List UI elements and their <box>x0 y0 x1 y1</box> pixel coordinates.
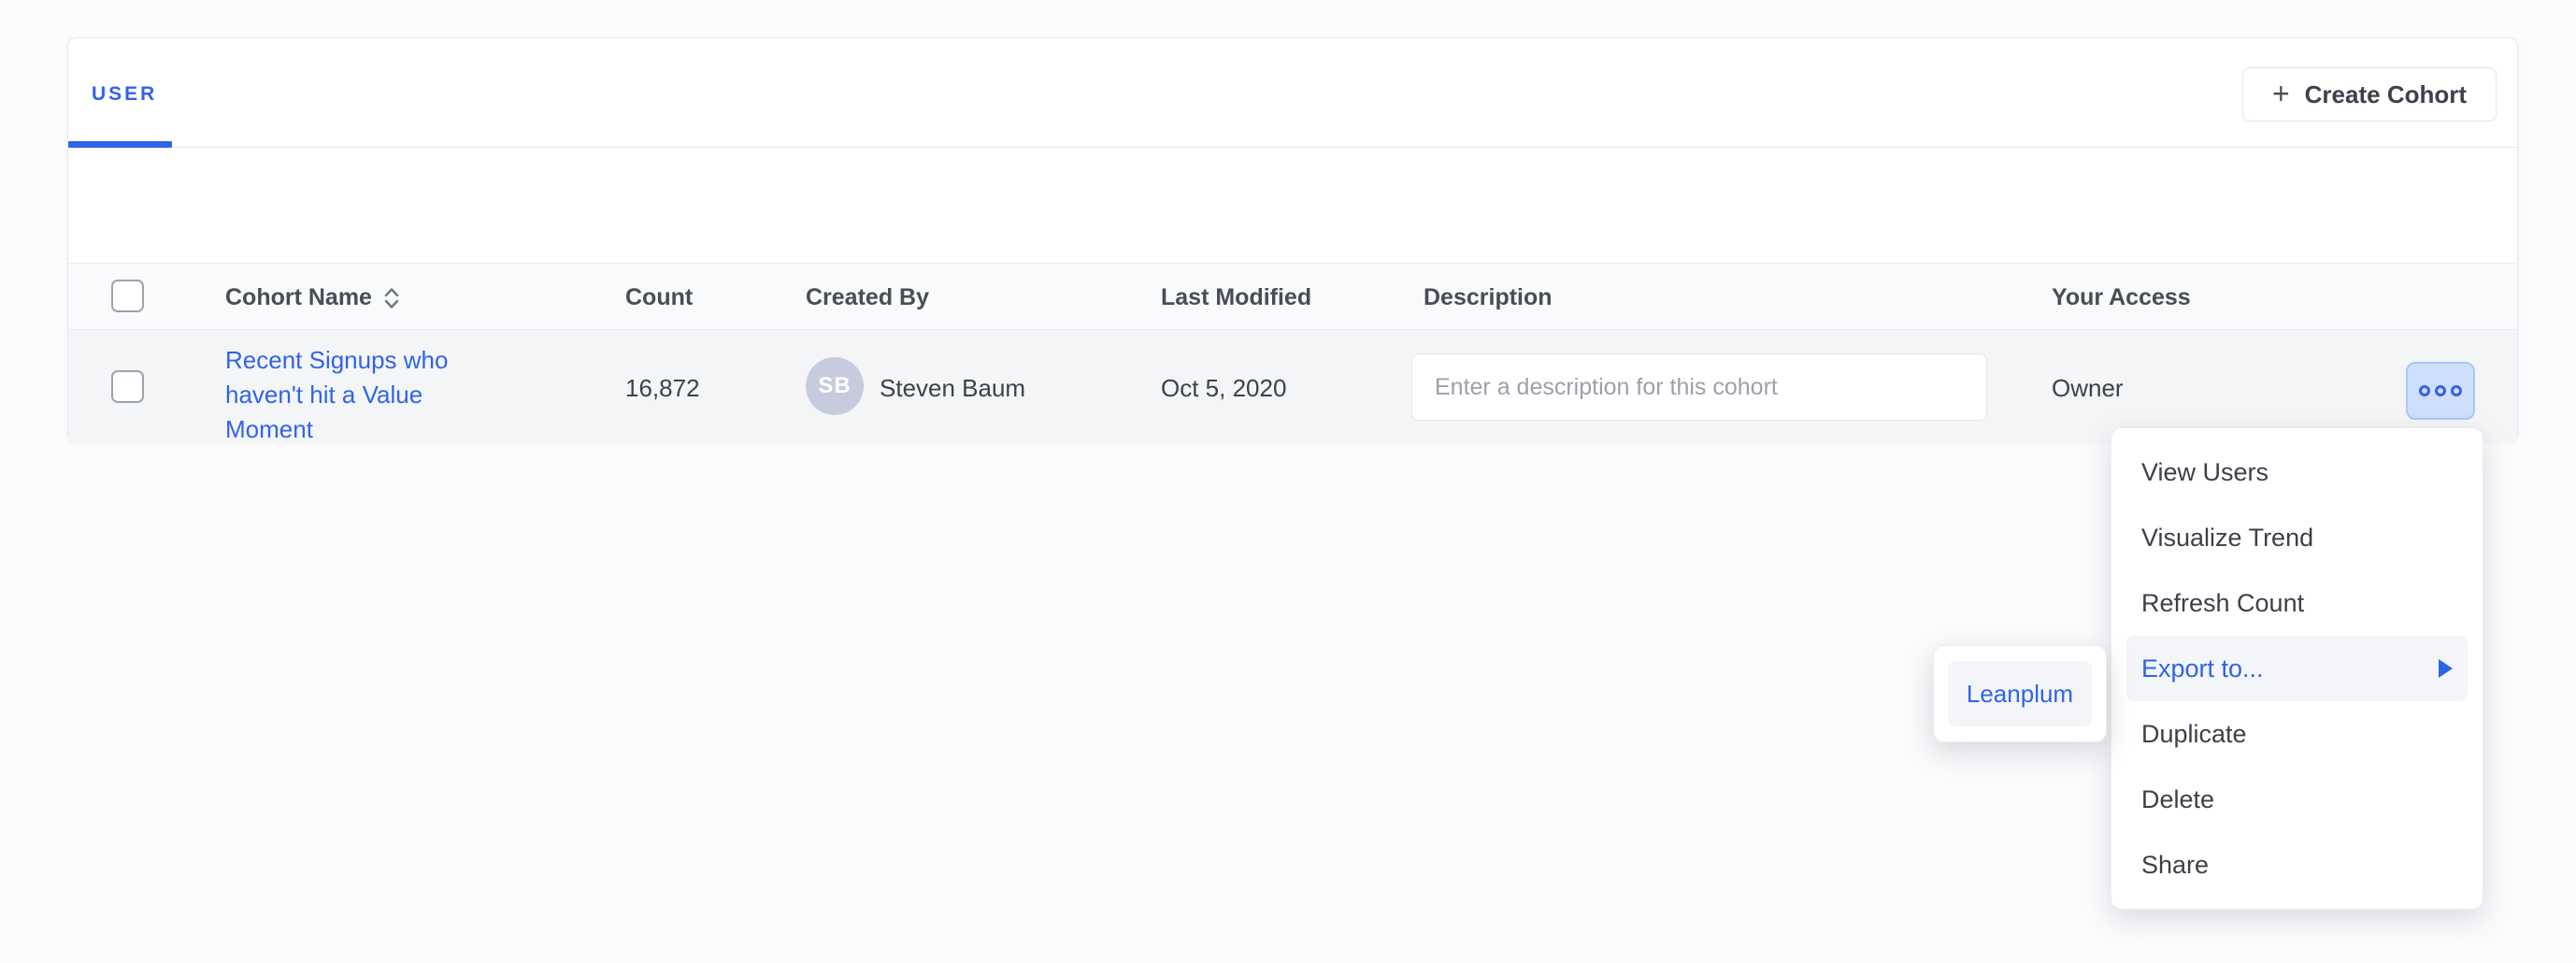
menu-item-share[interactable]: Share <box>2111 832 2483 898</box>
active-tab-underline <box>68 141 172 148</box>
row-checkbox[interactable] <box>111 370 144 403</box>
row-actions-kebab-button[interactable] <box>2406 362 2475 420</box>
cohort-count: 16,872 <box>625 374 700 403</box>
row-actions-menu: View Users Visualize Trend Refresh Count… <box>2111 427 2483 910</box>
select-all-checkbox[interactable] <box>111 280 144 312</box>
cohort-name-header-label: Cohort Name <box>225 284 372 311</box>
column-header-your-access[interactable]: Your Access <box>2052 284 2191 311</box>
submenu-item-leanplum[interactable]: Leanplum <box>1948 661 2092 726</box>
created-by-name: Steven Baum <box>880 374 1025 403</box>
access-level: Owner <box>2052 374 2124 403</box>
sort-icon <box>383 286 400 310</box>
submenu-arrow-icon <box>2439 659 2453 678</box>
last-modified-date: Oct 5, 2020 <box>1161 374 1286 403</box>
plus-icon: + <box>2272 79 2290 108</box>
create-cohort-label: Create Cohort <box>2305 80 2467 109</box>
column-header-description[interactable]: Description <box>1424 284 1553 311</box>
menu-item-visualize-trend[interactable]: Visualize Trend <box>2111 505 2483 570</box>
avatar: SB <box>806 357 864 415</box>
cohorts-panel: USER + Create Cohort 1 Results Filter by… <box>67 37 2518 442</box>
table-row: Recent Signups who haven't hit a Value M… <box>68 330 2517 443</box>
kebab-icon <box>2419 385 2430 396</box>
column-header-count[interactable]: Count <box>625 284 693 311</box>
column-header-last-modified[interactable]: Last Modified <box>1161 284 1311 311</box>
menu-item-refresh-count[interactable]: Refresh Count <box>2111 570 2483 636</box>
table-header: Cohort Name Count Created By Last Modifi… <box>68 263 2517 330</box>
filter-row: 1 Results Filter by Created By You All A… <box>68 148 2517 263</box>
export-to-label: Export to... <box>2141 654 2264 683</box>
kebab-icon <box>2435 385 2446 396</box>
tab-bar: USER + Create Cohort <box>68 38 2517 148</box>
export-submenu: Leanplum <box>1933 645 2107 742</box>
description-input[interactable] <box>1411 353 1987 421</box>
menu-item-delete[interactable]: Delete <box>2111 767 2483 832</box>
create-cohort-button[interactable]: + Create Cohort <box>2242 67 2497 122</box>
menu-item-duplicate[interactable]: Duplicate <box>2111 701 2483 767</box>
menu-item-view-users[interactable]: View Users <box>2111 439 2483 505</box>
kebab-icon <box>2451 385 2462 396</box>
column-header-cohort-name[interactable]: Cohort Name <box>225 284 400 311</box>
column-header-created-by[interactable]: Created By <box>806 284 929 311</box>
tab-user[interactable]: USER <box>92 83 157 106</box>
menu-item-export-to[interactable]: Export to... <box>2126 636 2468 701</box>
cohort-name-link[interactable]: Recent Signups who haven't hit a Value M… <box>225 343 470 447</box>
